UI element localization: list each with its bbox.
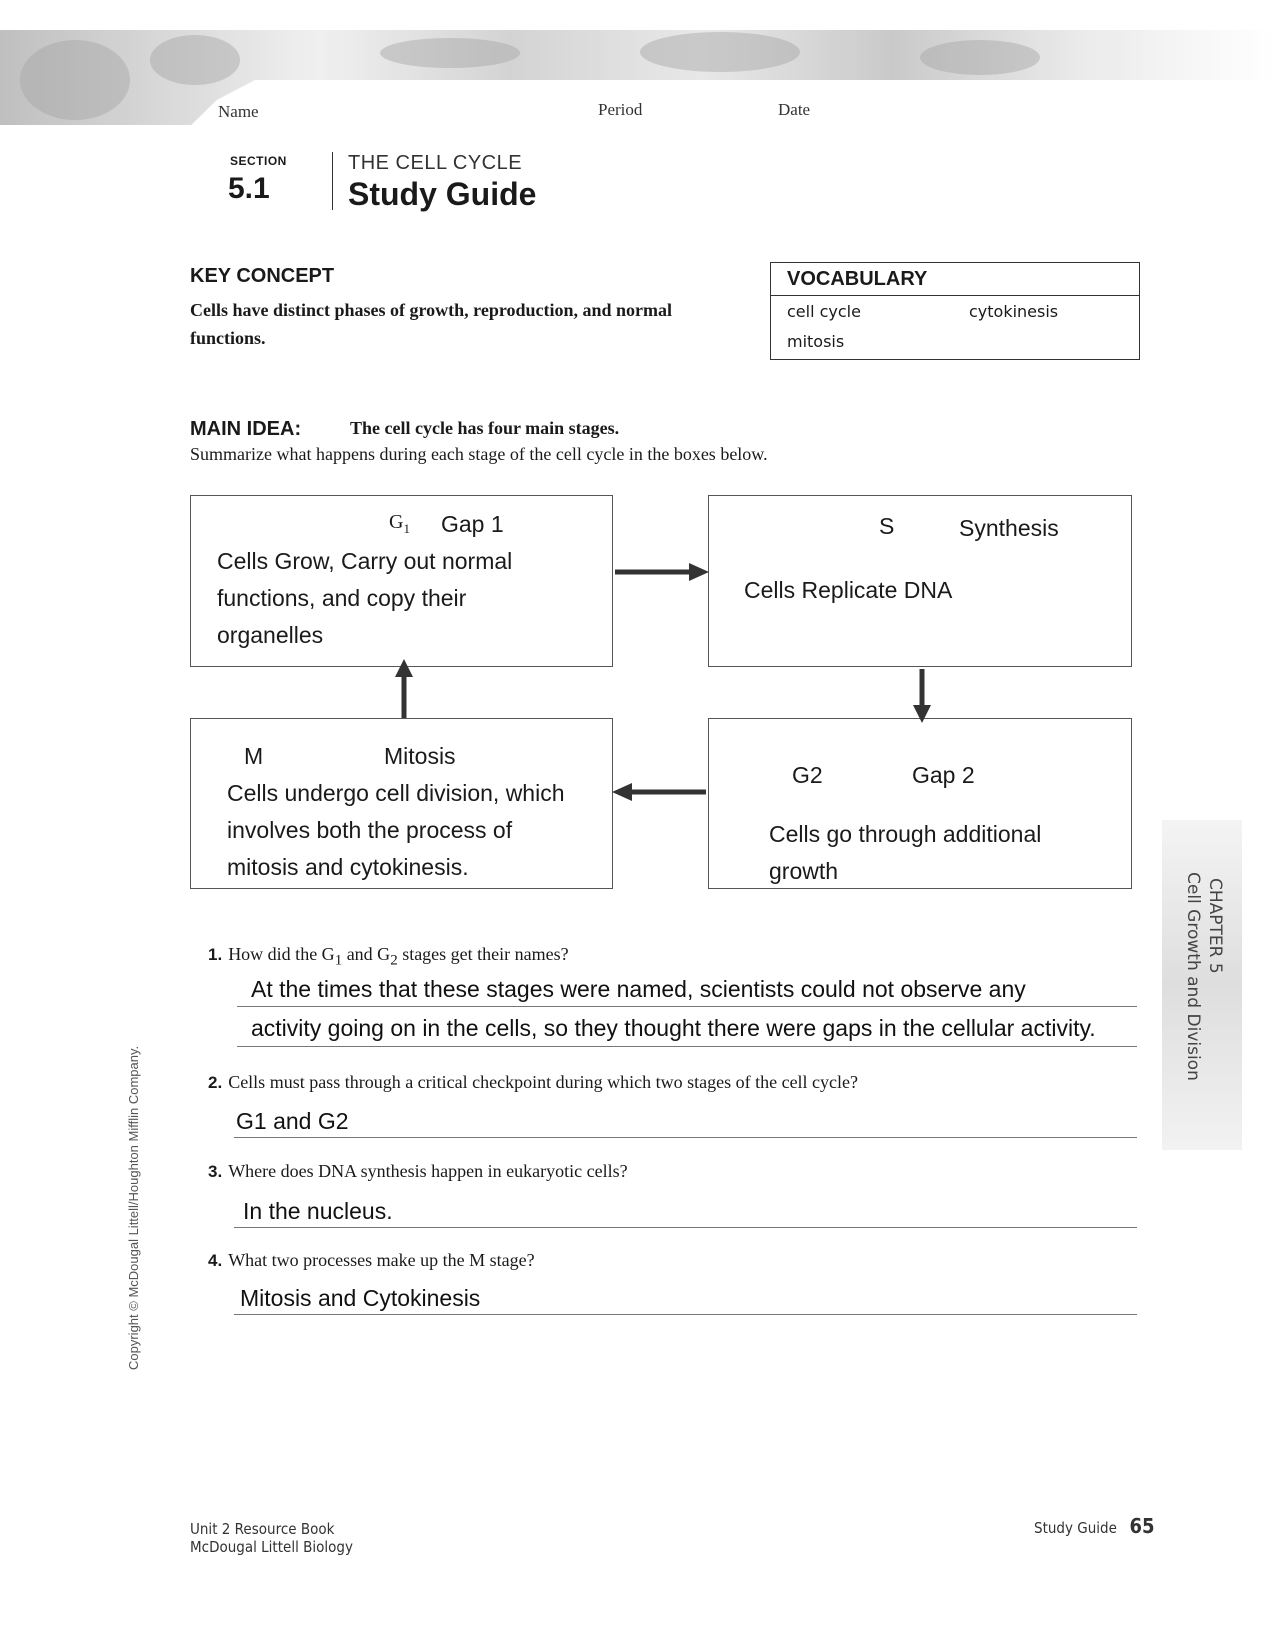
- main-idea-instruction: Summarize what happens during each stage…: [190, 444, 768, 464]
- page-title: Study Guide: [348, 176, 537, 212]
- g2-symbol: G2: [792, 762, 823, 788]
- s-symbol: S: [879, 513, 895, 539]
- vocab-term: mitosis: [787, 332, 845, 351]
- answer-line: [237, 1046, 1137, 1047]
- s-stage-box[interactable]: S Synthesis Cells Replicate DNA: [708, 495, 1132, 667]
- arrow-right-icon: [615, 563, 709, 581]
- m-symbol: M: [244, 743, 264, 769]
- answer-2[interactable]: G1 and G2: [236, 1108, 349, 1135]
- arrow-down-icon: [913, 669, 931, 723]
- section-number: 5.1: [228, 172, 270, 205]
- answer-1-line-2[interactable]: activity going on in the cells, so they …: [251, 1015, 1096, 1042]
- section-divider: [332, 152, 333, 210]
- vocabulary-heading: VOCABULARY: [771, 263, 1139, 296]
- s-answer[interactable]: Cells Replicate DNA: [744, 572, 1114, 609]
- name-label: Name: [218, 102, 259, 121]
- chapter-label: CHAPTER 5: [1205, 878, 1225, 974]
- section-supertitle: THE CELL CYCLE: [348, 152, 523, 174]
- answer-3[interactable]: In the nucleus.: [243, 1198, 393, 1225]
- footer-label: Study Guide: [1034, 1519, 1117, 1537]
- g1-symbol: G1: [389, 511, 410, 536]
- m-answer[interactable]: Cells undergo cell division, which invol…: [227, 775, 587, 886]
- answer-line: [234, 1314, 1137, 1315]
- g2-answer[interactable]: Cells go through additional growth: [769, 816, 1099, 890]
- g1-answer[interactable]: Cells Grow, Carry out normal functions, …: [217, 543, 557, 654]
- g1-name: Gap 1: [441, 511, 504, 537]
- main-idea-text: The cell cycle has four main stages.: [350, 418, 620, 438]
- section-label: SECTION: [230, 154, 287, 168]
- main-idea-label: MAIN IDEA:: [190, 418, 302, 440]
- period-label: Period: [598, 100, 643, 119]
- vocab-term: cell cycle: [787, 302, 861, 321]
- question-4: 4. What two processes make up the M stage…: [208, 1250, 535, 1270]
- m-stage-box[interactable]: M Mitosis Cells undergo cell division, w…: [190, 718, 613, 889]
- vocabulary-box: VOCABULARY cell cycle cytokinesis mitosi…: [770, 262, 1140, 360]
- m-name: Mitosis: [384, 743, 456, 769]
- page-number: 65: [1129, 1514, 1155, 1538]
- copyright-notice: Copyright © McDougal Littell/Houghton Mi…: [126, 1045, 141, 1370]
- arrow-up-icon: [395, 659, 413, 718]
- answer-line: [237, 1006, 1137, 1007]
- s-name: Synthesis: [959, 515, 1059, 541]
- question-1: 1. How did the G1 and G2 stages get their…: [208, 944, 569, 969]
- footer-book-info: Unit 2 Resource Book McDougal Littell Bi…: [190, 1520, 353, 1556]
- footer-page-info: Study Guide 65: [1034, 1514, 1155, 1538]
- arrow-left-icon: [612, 783, 706, 801]
- date-label: Date: [778, 100, 811, 119]
- answer-line: [234, 1137, 1137, 1138]
- question-2: 2. Cells must pass through a critical che…: [208, 1072, 859, 1092]
- key-concept-text: Cells have distinct phases of growth, re…: [190, 300, 673, 348]
- answer-1-line-1[interactable]: At the times that these stages were name…: [251, 976, 1026, 1003]
- answer-line: [234, 1227, 1137, 1228]
- answer-4[interactable]: Mitosis and Cytokinesis: [240, 1285, 480, 1312]
- vocab-term: cytokinesis: [969, 302, 1059, 321]
- g1-stage-box[interactable]: G1 Gap 1 Cells Grow, Carry out normal fu…: [190, 495, 613, 667]
- g2-name: Gap 2: [912, 762, 975, 788]
- question-3: 3. Where does DNA synthesis happen in euk…: [208, 1161, 628, 1181]
- g2-stage-box[interactable]: G2 Gap 2 Cells go through additional gro…: [708, 718, 1132, 889]
- chapter-subtitle: Cell Growth and Division: [1183, 872, 1203, 1081]
- key-concept-label: KEY CONCEPT: [190, 265, 335, 287]
- chapter-side-text: CHAPTER 5 Cell Growth and Division: [1155, 872, 1245, 1108]
